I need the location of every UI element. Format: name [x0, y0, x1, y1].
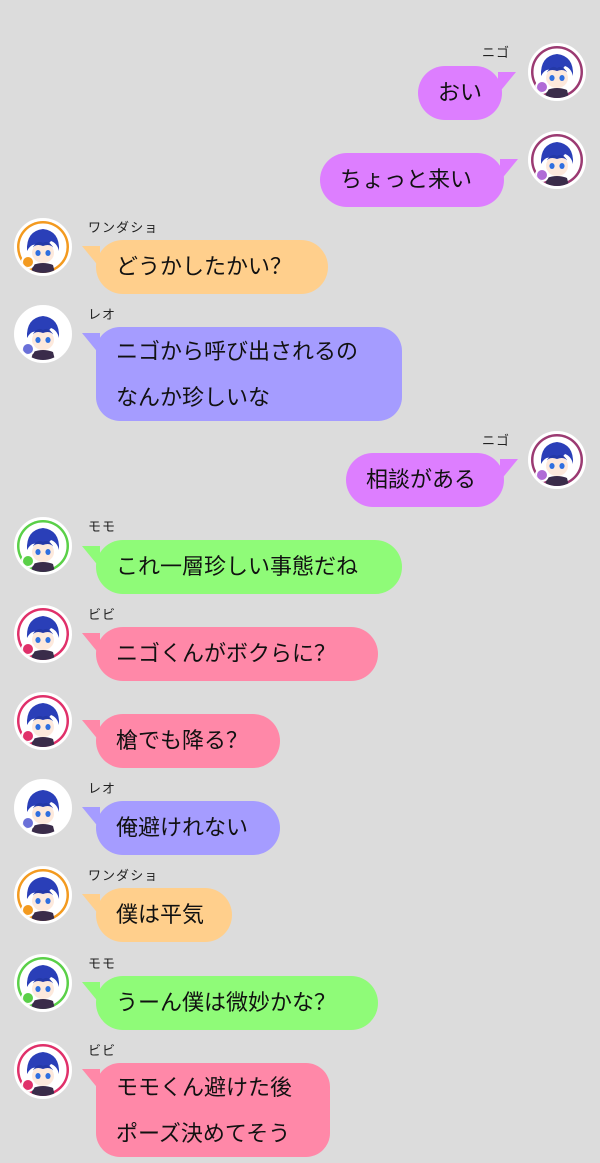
bubble-tail	[82, 633, 100, 655]
bubble-tail	[498, 72, 516, 94]
speaker-name: モモ	[88, 957, 117, 972]
speaker-name: ワンダショ	[88, 869, 159, 884]
message-bubble: どうかしたかい？	[82, 240, 328, 294]
speaker-name: レオ	[88, 308, 117, 323]
avatar[interactable]	[528, 431, 586, 489]
avatar[interactable]	[14, 218, 72, 276]
bubble-tail	[82, 807, 100, 829]
avatar[interactable]	[14, 305, 72, 363]
message-bubble: これ一層珍しい事態だね	[82, 540, 402, 594]
speaker-name: ニゴ	[482, 434, 511, 449]
message-text: ニゴくんがボクらに？	[116, 642, 337, 667]
unit-badge-icon	[21, 729, 35, 743]
message-bubble: ちょっと来い	[320, 153, 518, 207]
message-bubble: 俺避けれない	[82, 801, 280, 855]
avatar[interactable]	[14, 692, 72, 750]
unit-badge-icon	[21, 1078, 35, 1092]
avatar[interactable]	[14, 779, 72, 837]
speaker-name: ビビ	[88, 1044, 117, 1059]
message-bubble: 槍でも降る？	[82, 714, 280, 768]
unit-badge-icon	[21, 991, 35, 1005]
bubble-tail	[82, 720, 100, 742]
avatar[interactable]	[14, 1041, 72, 1099]
message-bubble: モモくん避けた後 ポーズ決めてそう	[82, 1063, 330, 1157]
speaker-name: ニゴ	[482, 46, 511, 61]
speaker-name: レオ	[88, 782, 117, 797]
bubble-tail	[500, 459, 518, 481]
unit-badge-icon	[21, 342, 35, 356]
bubble-tail	[82, 546, 100, 568]
message-bubble: ニゴくんがボクらに？	[82, 627, 378, 681]
avatar[interactable]	[14, 954, 72, 1012]
message-text: ニゴから呼び出されるの	[116, 340, 359, 365]
unit-badge-icon	[535, 468, 549, 482]
message-bubble: 相談がある	[346, 453, 518, 507]
bubble-tail	[500, 159, 518, 181]
avatar[interactable]	[14, 517, 72, 575]
message-bubble: おい	[418, 66, 516, 120]
unit-badge-icon	[535, 168, 549, 182]
bubble-tail	[82, 894, 100, 916]
message-text: おい	[438, 81, 483, 106]
message-text: ポーズ決めてそう	[116, 1122, 291, 1147]
message-text: どうかしたかい？	[116, 255, 293, 280]
speaker-name: モモ	[88, 520, 117, 535]
speaker-name: ビビ	[88, 608, 117, 623]
message-text: 相談がある	[366, 468, 477, 493]
message-text: 僕は平気	[116, 903, 205, 928]
unit-badge-icon	[535, 80, 549, 94]
bubble-tail	[82, 246, 100, 268]
message-bubble: うーん僕は微妙かな？	[82, 976, 378, 1030]
message-text: 槍でも降る？	[116, 729, 249, 754]
avatar[interactable]	[14, 605, 72, 663]
unit-badge-icon	[21, 642, 35, 656]
avatar[interactable]	[528, 43, 586, 101]
bubble-tail	[82, 1069, 100, 1091]
unit-badge-icon	[21, 554, 35, 568]
message-text: 俺避けれない	[116, 816, 249, 841]
message-text: なんか珍しいな	[116, 386, 271, 411]
message-bubble: ニゴから呼び出されるの なんか珍しいな	[82, 327, 402, 421]
message-bubble: 僕は平気	[82, 888, 232, 942]
unit-badge-icon	[21, 903, 35, 917]
bubble-tail	[82, 982, 100, 1004]
message-text: ちょっと来い	[340, 168, 473, 193]
avatar[interactable]	[528, 131, 586, 189]
speaker-name: ワンダショ	[88, 221, 159, 236]
message-text: モモくん避けた後	[116, 1076, 293, 1101]
avatar[interactable]	[14, 866, 72, 924]
unit-badge-icon	[21, 255, 35, 269]
message-text: うーん僕は微妙かな？	[116, 991, 337, 1016]
bubble-tail	[82, 333, 100, 355]
message-text: これ一層珍しい事態だね	[116, 555, 359, 580]
unit-badge-icon	[21, 816, 35, 830]
